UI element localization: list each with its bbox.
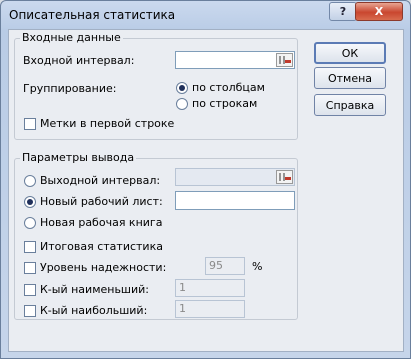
labels-first-row-checkbox[interactable] bbox=[24, 118, 36, 130]
question-icon: ? bbox=[339, 5, 347, 18]
confidence-unit: % bbox=[252, 260, 263, 273]
summary-stats-label[interactable]: Итоговая статистика bbox=[40, 240, 163, 253]
cancel-button-label: Отмена bbox=[327, 71, 373, 85]
output-range-field[interactable] bbox=[175, 168, 295, 186]
grouping-label: Группирование: bbox=[23, 82, 117, 95]
input-range-field[interactable] bbox=[175, 51, 295, 69]
kth-smallest-value: 1 bbox=[179, 281, 186, 294]
new-sheet-radio[interactable] bbox=[24, 196, 36, 208]
close-icon: X bbox=[374, 5, 384, 18]
input-range-label: Входной интервал: bbox=[23, 54, 135, 67]
kth-smallest-field[interactable]: 1 bbox=[175, 279, 245, 297]
descriptive-statistics-dialog: Описательная статистика ? X Входные данн… bbox=[0, 0, 411, 359]
kth-largest-value: 1 bbox=[179, 302, 186, 315]
output-range-label[interactable]: Выходной интервал: bbox=[40, 174, 160, 187]
confidence-checkbox[interactable] bbox=[24, 262, 36, 274]
labels-first-row-label[interactable]: Метки в первой строке bbox=[40, 117, 174, 130]
help-button[interactable]: Справка bbox=[314, 94, 386, 116]
kth-largest-checkbox[interactable] bbox=[24, 305, 36, 317]
summary-stats-checkbox[interactable] bbox=[24, 241, 36, 253]
help-button-label: Справка bbox=[325, 98, 375, 112]
kth-smallest-label[interactable]: К-ый наименьший: bbox=[40, 283, 149, 296]
output-range-radio[interactable] bbox=[24, 175, 36, 187]
by-columns-label[interactable]: по столбцам bbox=[192, 81, 265, 94]
new-sheet-field[interactable] bbox=[175, 191, 295, 210]
by-rows-radio[interactable] bbox=[176, 98, 188, 110]
help-question-button[interactable]: ? bbox=[329, 2, 357, 21]
ok-button[interactable]: ОК bbox=[314, 42, 386, 64]
kth-smallest-checkbox[interactable] bbox=[24, 284, 36, 296]
dialog-title: Описательная статистика bbox=[9, 8, 176, 22]
output-range-collapse-button[interactable] bbox=[276, 170, 293, 184]
kth-largest-label[interactable]: К-ый наибольший: bbox=[40, 304, 147, 317]
kth-largest-field[interactable]: 1 bbox=[175, 300, 245, 318]
confidence-value: 95 bbox=[209, 259, 223, 272]
input-range-collapse-button[interactable] bbox=[276, 53, 293, 67]
confidence-field[interactable]: 95 bbox=[205, 257, 245, 275]
new-workbook-label[interactable]: Новая рабочая книга bbox=[40, 216, 162, 229]
title-bar[interactable]: Описательная статистика ? X bbox=[1, 1, 410, 29]
cancel-button[interactable]: Отмена bbox=[314, 67, 386, 89]
by-columns-radio[interactable] bbox=[176, 82, 188, 94]
by-rows-label[interactable]: по строкам bbox=[192, 97, 257, 110]
new-sheet-label[interactable]: Новый рабочий лист: bbox=[40, 195, 163, 208]
new-workbook-radio[interactable] bbox=[24, 217, 36, 229]
ok-button-label: ОК bbox=[341, 46, 359, 60]
confidence-label[interactable]: Уровень надежности: bbox=[40, 261, 166, 274]
input-data-group-title: Входные данные bbox=[20, 31, 123, 44]
dialog-body: Входные данные Входной интервал: Группир… bbox=[8, 29, 404, 352]
output-options-group-title: Параметры вывода bbox=[20, 151, 137, 164]
close-button[interactable]: X bbox=[355, 2, 403, 21]
